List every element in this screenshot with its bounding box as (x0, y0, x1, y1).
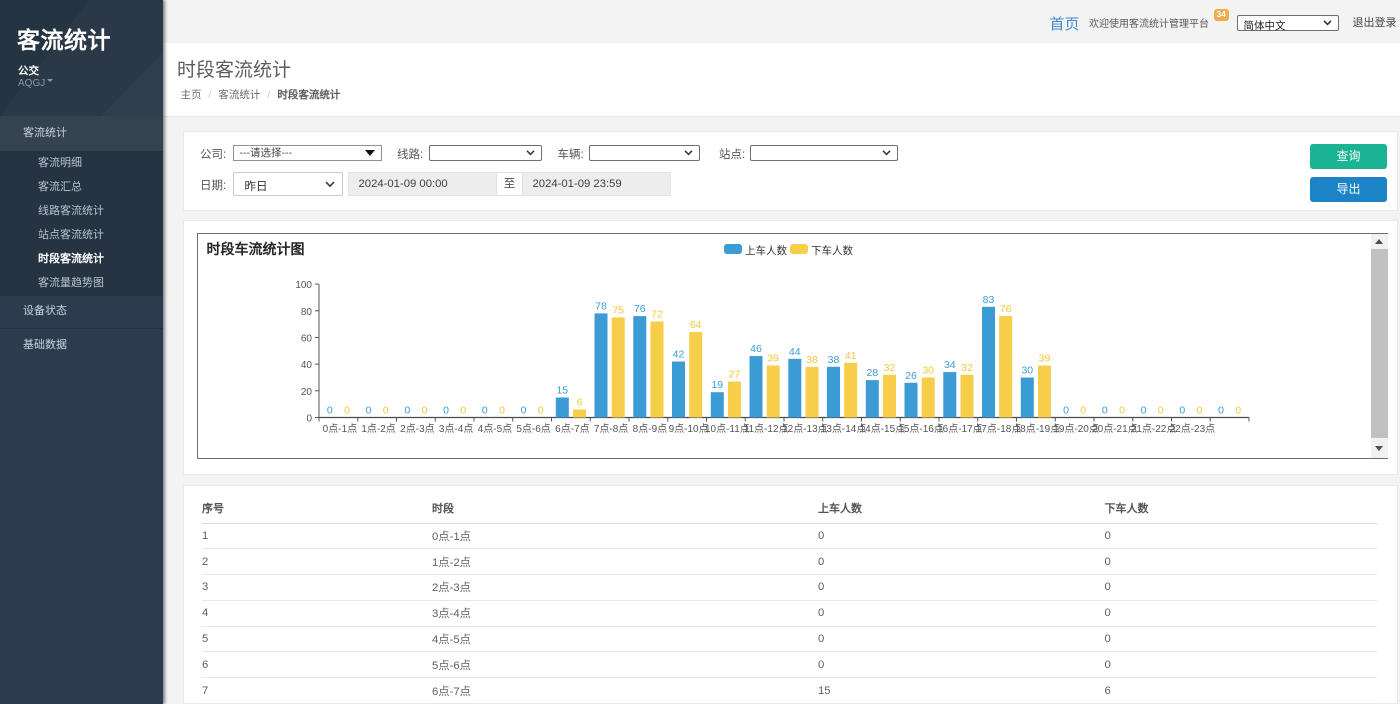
svg-text:0: 0 (1179, 405, 1185, 417)
svg-text:15: 15 (556, 385, 568, 397)
svg-text:0: 0 (365, 405, 371, 417)
svg-text:34: 34 (943, 359, 955, 371)
svg-text:0: 0 (460, 405, 466, 417)
svg-text:22点-23点: 22点-23点 (1169, 423, 1215, 435)
svg-text:0: 0 (421, 405, 427, 417)
svg-text:0: 0 (1080, 405, 1086, 417)
svg-text:0: 0 (1063, 405, 1069, 417)
svg-text:0: 0 (306, 414, 312, 425)
svg-text:30: 30 (922, 365, 934, 377)
svg-text:26: 26 (905, 370, 917, 382)
svg-text:0: 0 (1218, 405, 1224, 417)
svg-text:0: 0 (1235, 405, 1241, 417)
svg-text:7点-8点: 7点-8点 (593, 423, 627, 435)
svg-text:27: 27 (728, 369, 740, 381)
svg-text:40: 40 (300, 360, 312, 371)
svg-text:0: 0 (499, 405, 505, 417)
svg-text:0: 0 (404, 405, 410, 417)
svg-text:28: 28 (866, 367, 878, 379)
svg-text:3点-4点: 3点-4点 (438, 423, 472, 435)
svg-text:100: 100 (295, 280, 312, 291)
svg-text:9点-10点: 9点-10点 (668, 423, 708, 435)
svg-text:39: 39 (1038, 353, 1050, 365)
svg-text:0: 0 (1157, 405, 1163, 417)
svg-text:39: 39 (767, 353, 779, 365)
svg-text:46: 46 (750, 343, 762, 355)
svg-text:19: 19 (711, 379, 723, 391)
svg-text:38: 38 (806, 354, 818, 366)
svg-text:32: 32 (961, 362, 973, 374)
svg-text:0: 0 (443, 405, 449, 417)
svg-text:20: 20 (300, 387, 312, 398)
svg-text:5点-6点: 5点-6点 (516, 423, 550, 435)
svg-text:0: 0 (382, 405, 388, 417)
svg-text:0: 0 (1119, 405, 1125, 417)
svg-text:0: 0 (520, 405, 526, 417)
svg-text:64: 64 (689, 319, 701, 331)
svg-text:1点-2点: 1点-2点 (361, 423, 395, 435)
svg-text:0点-1点: 0点-1点 (322, 423, 356, 435)
svg-text:6点-7点: 6点-7点 (555, 423, 589, 435)
svg-text:0: 0 (1140, 405, 1146, 417)
svg-text:0: 0 (537, 405, 543, 417)
svg-text:44: 44 (788, 346, 800, 358)
svg-text:41: 41 (844, 350, 856, 362)
svg-text:42: 42 (672, 349, 684, 361)
svg-text:72: 72 (651, 309, 663, 321)
svg-text:0: 0 (326, 405, 332, 417)
svg-text:76: 76 (633, 303, 645, 315)
svg-text:0: 0 (1196, 405, 1202, 417)
svg-text:2点-3点: 2点-3点 (400, 423, 434, 435)
svg-text:75: 75 (612, 304, 624, 316)
svg-text:38: 38 (827, 354, 839, 366)
svg-text:8点-9点: 8点-9点 (632, 423, 666, 435)
svg-text:6: 6 (576, 397, 582, 409)
svg-text:30: 30 (1021, 365, 1033, 377)
svg-text:0: 0 (1101, 405, 1107, 417)
svg-text:80: 80 (300, 307, 312, 318)
svg-text:60: 60 (300, 333, 312, 344)
svg-text:76: 76 (999, 303, 1011, 315)
svg-text:32: 32 (883, 362, 895, 374)
svg-text:83: 83 (982, 294, 994, 306)
svg-text:0: 0 (481, 405, 487, 417)
svg-text:78: 78 (595, 300, 607, 312)
svg-text:0: 0 (344, 405, 350, 417)
svg-text:4点-5点: 4点-5点 (477, 423, 511, 435)
